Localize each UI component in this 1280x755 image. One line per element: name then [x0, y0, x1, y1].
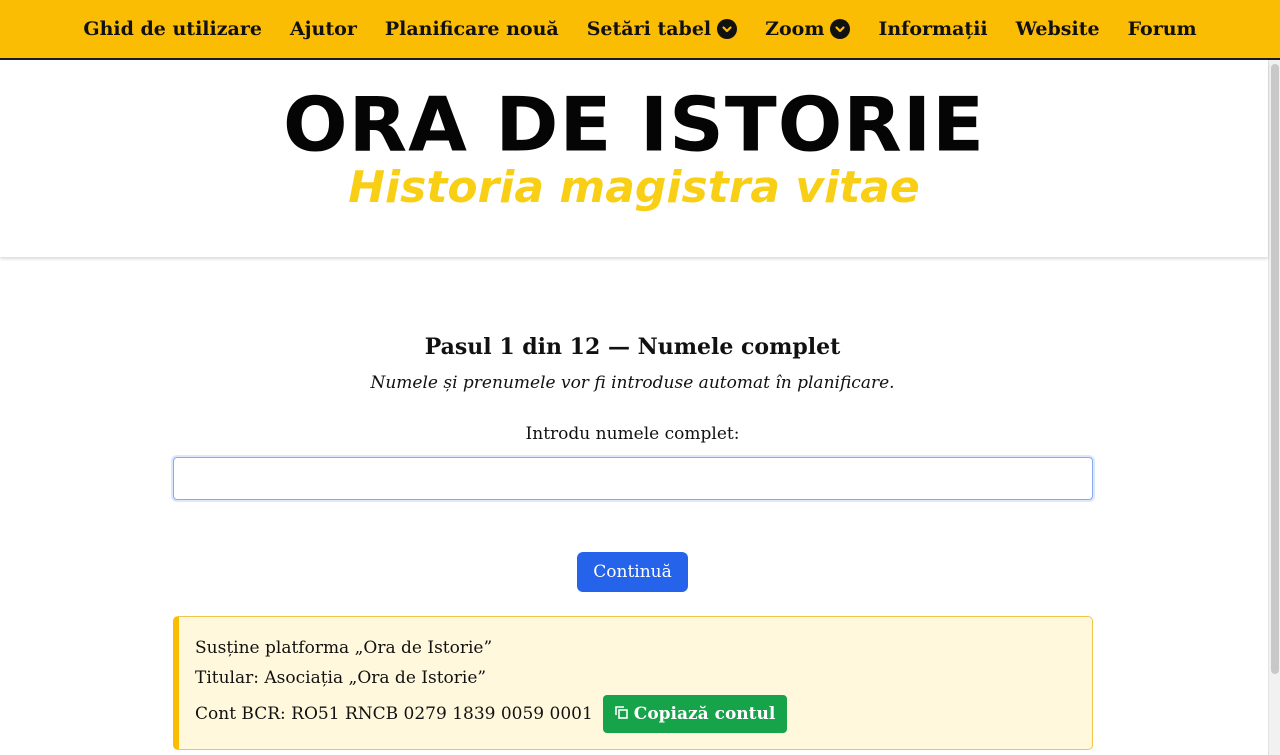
- step-description: Numele și prenumele vor fi introduse aut…: [370, 373, 895, 393]
- nav-item-label: Setări tabel: [586, 18, 712, 40]
- step-title: Pasul 1 din 12 — Numele complet: [424, 334, 841, 360]
- support-message: Susține platforma „Ora de Istorie”: [195, 638, 493, 658]
- nav-item-label: Zoom: [765, 18, 825, 40]
- nav-item-label: Informații: [878, 18, 988, 40]
- nav-item-label: Ajutor: [289, 18, 357, 40]
- nav-item-zoom[interactable]: Zoom: [765, 18, 851, 40]
- nav-item-setari-tabel[interactable]: Setări tabel: [586, 18, 738, 40]
- nav-item-forum[interactable]: Forum: [1128, 18, 1197, 40]
- account-row: Cont BCR: RO51 RNCB 0279 1839 0059 0001 …: [195, 695, 1092, 733]
- full-name-label: Introdu numele complet:: [525, 424, 740, 444]
- top-navigation: Ghid de utilizare Ajutor Planificare nou…: [0, 0, 1280, 60]
- nav-item-website[interactable]: Website: [1016, 18, 1100, 40]
- scrollbar-thumb[interactable]: [1271, 64, 1279, 674]
- nav-item-label: Ghid de utilizare: [83, 18, 262, 40]
- vertical-scrollbar[interactable]: [1268, 60, 1280, 755]
- bank-account: Cont BCR: RO51 RNCB 0279 1839 0059 0001: [195, 704, 593, 724]
- copy-account-button[interactable]: Copiază contul: [602, 695, 788, 733]
- nav-item-label: Website: [1015, 18, 1100, 40]
- copy-icon: [614, 704, 628, 724]
- nav-item-label: Forum: [1127, 18, 1197, 40]
- nav-item-ajutor[interactable]: Ajutor: [290, 18, 357, 40]
- full-name-input[interactable]: [173, 457, 1093, 500]
- nav-item-label: Planificare nouă: [384, 18, 559, 40]
- site-title-logo: ORA DE ISTORIE: [282, 80, 986, 169]
- nav-menu: Ghid de utilizare Ajutor Planificare nou…: [83, 18, 1196, 40]
- nav-item-planificare-noua[interactable]: Planificare nouă: [385, 18, 559, 40]
- chevron-down-icon: [830, 19, 851, 39]
- continue-button[interactable]: Continuă: [577, 552, 688, 592]
- site-subtitle: Historia magistra vitae: [348, 162, 920, 213]
- nav-item-ghid[interactable]: Ghid de utilizare: [83, 18, 262, 40]
- site-header: ORA DE ISTORIE Historia magistra vitae: [0, 62, 1268, 257]
- nav-item-informatii[interactable]: Informații: [878, 18, 987, 40]
- account-holder: Titular: Asociația „Ora de Istorie”: [195, 668, 487, 688]
- support-box: Susține platforma „Ora de Istorie” Titul…: [173, 616, 1093, 750]
- chevron-down-icon: [717, 19, 738, 39]
- copy-button-label: Copiază contul: [633, 704, 776, 724]
- page: Ghid de utilizare Ajutor Planificare nou…: [0, 0, 1280, 755]
